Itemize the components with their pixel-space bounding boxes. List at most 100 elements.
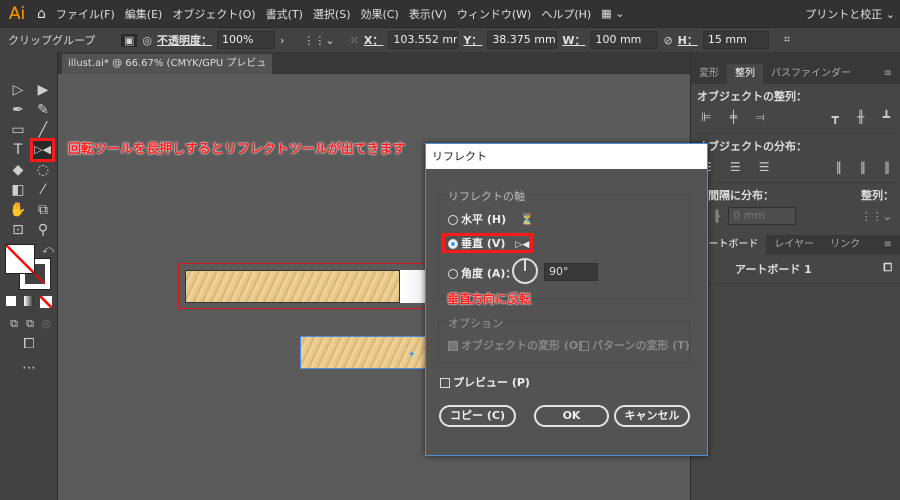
app-logo: Ai (8, 3, 26, 24)
center-point-icon: ✦ (408, 350, 416, 360)
align-to-label: 整列： (861, 189, 894, 202)
checkbox-checked-disabled (448, 341, 458, 351)
swap-colors-icon[interactable]: ⤺ (38, 240, 58, 260)
home-icon[interactable]: ⌂ (32, 6, 51, 22)
transform-icon[interactable]: ⌗ (784, 33, 790, 47)
angle-field[interactable]: 90° (544, 263, 598, 281)
ok-button[interactable]: OK (534, 405, 609, 427)
y-field[interactable]: 38.375 mm (487, 31, 558, 49)
h-label: H： (677, 34, 698, 47)
curvature-tool-icon[interactable]: ✎ (33, 100, 53, 120)
puppet-warp-tool-icon[interactable]: ✋ (8, 200, 28, 220)
menu-select[interactable]: 選択(S) (308, 6, 356, 22)
h-field[interactable]: 15 mm (702, 31, 769, 49)
dist-vcenter-icon[interactable]: ☰ (730, 160, 741, 174)
dist-hcenter-icon[interactable]: ‖ (860, 160, 866, 174)
target-icon[interactable]: ◎ (142, 34, 152, 47)
direct-selection-tool-icon[interactable]: ▶ (33, 80, 53, 100)
dist-spacing-h-icon[interactable]: ╟ (714, 210, 721, 223)
transform-objects-checkbox[interactable]: オブジェクトの変形 (O) (448, 337, 583, 353)
transform-patterns-label: パターンの変形 (T) (592, 339, 690, 352)
right-panel: 変形 整列 パスファインダー ≡ オブジェクトの整列： ⊫ ╪ ⫤ ┳ ╫ ┻ オブジェク… (690, 52, 900, 500)
menu-file[interactable]: ファイル(F) (51, 6, 120, 22)
transform-objects-label: オブジェクトの変形 (O) (461, 339, 584, 352)
original-wood-bar[interactable] (185, 270, 400, 303)
rectangle-tool-icon[interactable]: ▭ (8, 120, 28, 140)
angle-dial[interactable] (512, 258, 538, 284)
brush-tool-icon[interactable]: ╱ (33, 120, 53, 140)
checkbox-disabled (579, 341, 589, 351)
tab-align[interactable]: 整列 (727, 64, 763, 84)
fill-swatch[interactable] (5, 244, 35, 274)
selection-tool-icon[interactable]: ▷ (8, 80, 28, 100)
artboard-tool-icon[interactable]: ⊡ (8, 220, 28, 240)
dist-bottom-icon[interactable]: ☰ (759, 160, 770, 174)
align-bottom-icon[interactable]: ┻ (883, 110, 890, 125)
tab-links[interactable]: リンク (822, 235, 868, 255)
transform-patterns-checkbox[interactable]: パターンの変形 (T) (579, 337, 690, 353)
menu-help[interactable]: ヘルプ(H) (536, 6, 596, 22)
reference-point-icon[interactable]: ⁙ (350, 34, 359, 47)
vertical-axis-icon: ▷◀ (515, 240, 530, 250)
dist-left-icon[interactable]: ‖ (836, 160, 842, 174)
spacing-field[interactable]: 0 mm (728, 207, 797, 225)
cancel-button[interactable]: キャンセル (614, 405, 690, 427)
align-to-icon[interactable]: ⋮⋮⌄ (861, 210, 892, 223)
align-hcenter-icon[interactable]: ╪ (730, 110, 737, 125)
artboard-panel-menu-icon[interactable]: ≡ (876, 235, 900, 255)
x-field[interactable]: 103.552 mm (388, 31, 459, 49)
eyedropper-tool-icon[interactable]: ⁄ (33, 180, 53, 200)
layout-switcher-icon[interactable]: ▦ ⌄ (596, 7, 629, 20)
align-right-icon[interactable]: ⫤ (756, 110, 765, 125)
link-proportions-icon[interactable]: ⊘ (663, 34, 672, 47)
document-tab[interactable]: illust.ai* @ 66.67% (CMYK/GPU プレビュー) × (62, 54, 272, 89)
lasso-tool-icon[interactable]: ◌ (33, 160, 53, 180)
copy-button[interactable]: コピー (C) (439, 405, 516, 427)
screen-mode-icon[interactable]: ⧠ (19, 334, 39, 354)
gradient-tool-icon[interactable]: ◧ (8, 180, 28, 200)
gradient-mode-icon[interactable] (24, 296, 34, 306)
color-mode-icon[interactable] (6, 296, 16, 306)
radio-horizontal[interactable]: 水平 (H) ⏳ (448, 211, 534, 227)
align-grid-icon[interactable]: ⋮⋮⌄ (303, 34, 334, 47)
draw-inside-icon[interactable]: ◎ (36, 314, 56, 334)
clip-mask-icon[interactable]: ▣ (121, 33, 138, 47)
more-tools-icon[interactable]: ⋯ (19, 358, 39, 378)
preview-checkbox[interactable]: プレビュー (P) (440, 374, 530, 390)
chevron-right-icon[interactable]: › (280, 34, 284, 47)
type-tool-icon[interactable]: T (8, 140, 28, 160)
zoom-tool-icon[interactable]: ⚲ (33, 220, 53, 240)
pen-tool-icon[interactable]: ✒ (8, 100, 28, 120)
horizontal-label: 水平 (H) (461, 213, 507, 226)
align-vcenter-icon[interactable]: ╫ (857, 110, 864, 125)
tab-layers[interactable]: レイヤー (766, 235, 822, 255)
artboard-row[interactable]: 1 アートボード 1 ⧠ (691, 255, 900, 284)
menu-type[interactable]: 書式(T) (261, 6, 308, 22)
artboard-options-icon[interactable]: ⧠ (883, 261, 892, 277)
vertical-hint-annotation: 垂直方向に反転 (447, 292, 532, 306)
menu-object[interactable]: オブジェクト(O) (167, 6, 260, 22)
control-bar: クリップグループ ▣ ◎ 不透明度： 100% › ⋮⋮⌄ ⁙ X： 103.5… (0, 27, 900, 52)
none-mode-icon[interactable] (40, 296, 52, 308)
align-left-icon[interactable]: ⊫ (701, 110, 711, 125)
tab-transform[interactable]: 変形 (691, 64, 727, 84)
eraser-tool-icon[interactable]: ◆ (8, 160, 28, 180)
opacity-field[interactable]: 100% (217, 31, 276, 49)
workspace-switcher[interactable]: プリントと校正 ⌄ (800, 6, 900, 22)
menu-edit[interactable]: 編集(E) (120, 6, 168, 22)
w-field[interactable]: 100 mm (590, 31, 659, 49)
panel-menu-icon[interactable]: ≡ (876, 64, 900, 84)
align-top-icon[interactable]: ┳ (831, 110, 838, 125)
menu-effect[interactable]: 効果(C) (356, 6, 404, 22)
shape-builder-tool-icon[interactable]: ⧉ (33, 200, 53, 220)
reflect-tool-icon[interactable]: ▷◀ (30, 138, 55, 162)
reflect-dialog: リフレクト リフレクトの軸 水平 (H) ⏳ 垂直 (V) ▷◀ 角度 (A)： 9… (425, 143, 708, 456)
horizontal-axis-icon: ⏳ (520, 213, 534, 226)
tab-pathfinder[interactable]: パスファインダー (763, 64, 859, 84)
dist-right-icon[interactable]: ‖ (884, 160, 890, 174)
menu-view[interactable]: 表示(V) (404, 6, 452, 22)
tool-hint-annotation: 回転ツールを長押しするとリフレクトツールが出てきます (68, 142, 406, 157)
menu-window[interactable]: ウィンドウ(W) (452, 6, 536, 22)
radio-angle[interactable]: 角度 (A)： (448, 265, 516, 281)
radio-vertical[interactable]: 垂直 (V) ▷◀ (448, 235, 529, 251)
